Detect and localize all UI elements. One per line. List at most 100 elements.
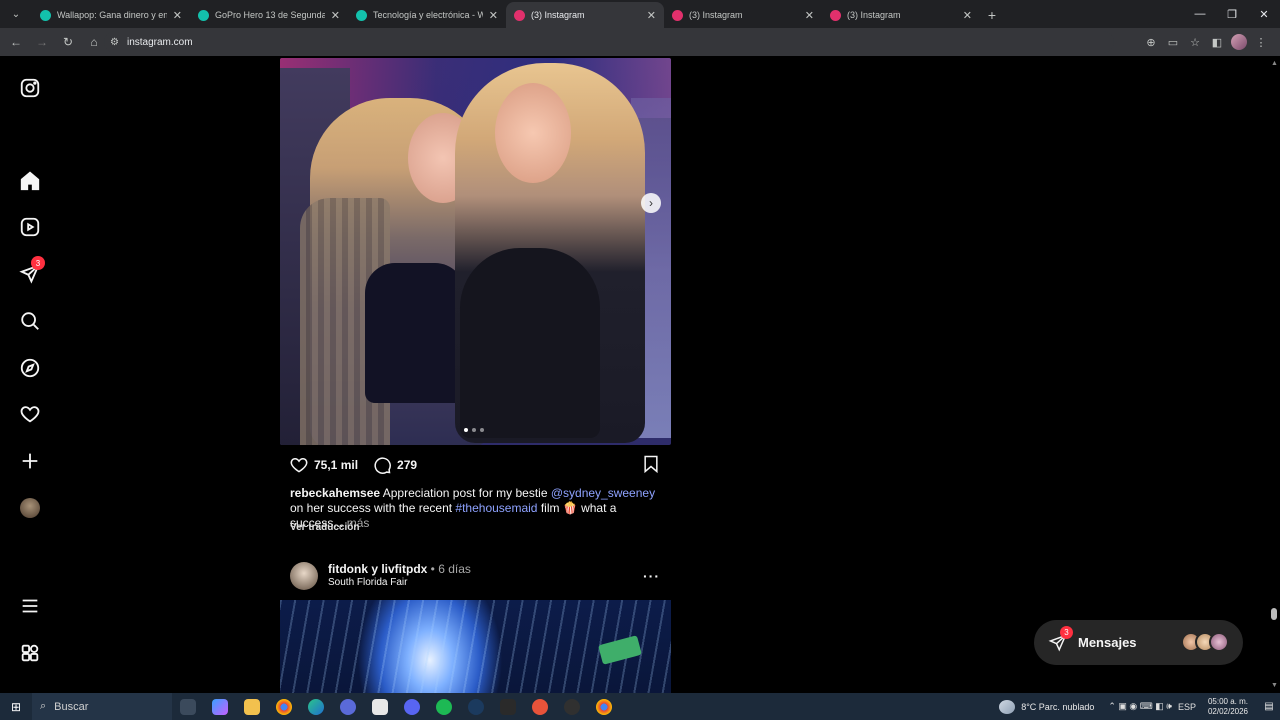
- copilot-icon[interactable]: [204, 693, 236, 720]
- obs-icon[interactable]: [556, 693, 588, 720]
- language-indicator[interactable]: ESP: [1178, 702, 1196, 712]
- clock-date: 02/02/2026: [1207, 706, 1248, 716]
- wallapop-favicon-icon: [356, 9, 367, 21]
- weather-text: 8°C Parc. nublado: [1021, 701, 1095, 712]
- kebab-menu-icon[interactable]: ⋮: [1250, 30, 1272, 54]
- browser-tab-active[interactable]: (3) Instagram ✕: [506, 2, 664, 28]
- forward-arrow-icon[interactable]: →: [30, 30, 54, 54]
- store-icon[interactable]: [364, 693, 396, 720]
- scroll-down-icon[interactable]: ▼: [1271, 682, 1278, 689]
- search-icon[interactable]: [18, 309, 42, 333]
- post-image[interactable]: ›: [280, 58, 671, 445]
- browser-tab[interactable]: (3) Instagram ✕: [822, 2, 980, 28]
- explore-icon[interactable]: [18, 356, 42, 380]
- taskbar-search[interactable]: ⌕ Buscar: [32, 693, 172, 720]
- like-heart-icon[interactable]: [289, 455, 309, 475]
- create-plus-icon[interactable]: [18, 449, 42, 473]
- close-tab-icon[interactable]: ✕: [805, 9, 814, 22]
- clock[interactable]: 05:00 a. m. 02/02/2026: [1208, 697, 1248, 717]
- post-time: • 6 días: [427, 562, 471, 576]
- cast-icon[interactable]: ▭: [1162, 30, 1184, 54]
- browser-tab[interactable]: GoPro Hero 13 de Segunda ma… ✕: [190, 2, 348, 28]
- close-tab-icon[interactable]: ✕: [647, 9, 656, 22]
- caption-hashtag[interactable]: #thehousemaid: [455, 501, 537, 515]
- chrome-icon[interactable]: [268, 693, 300, 720]
- hamburger-menu-icon[interactable]: [18, 594, 42, 618]
- messages-button[interactable]: 3 Mensajes: [1034, 620, 1243, 665]
- bookmark-icon[interactable]: [641, 454, 661, 474]
- tab-search-button[interactable]: ⌄: [4, 3, 28, 25]
- home-icon[interactable]: ⌂: [82, 30, 106, 54]
- browser-tab[interactable]: Wallapop: Gana dinero y encue… ✕: [32, 2, 190, 28]
- avatar: [1209, 632, 1229, 652]
- messages-badge: 3: [1060, 626, 1073, 639]
- heart-icon[interactable]: [18, 402, 42, 426]
- page-scrollbar[interactable]: ▲ ▼: [1268, 56, 1280, 693]
- close-tab-icon[interactable]: ✕: [173, 9, 182, 22]
- home-icon[interactable]: [18, 169, 42, 193]
- post-location[interactable]: South Florida Fair: [328, 577, 407, 588]
- threads-apps-icon[interactable]: [18, 641, 42, 665]
- new-tab-button[interactable]: +: [980, 2, 1004, 28]
- browser-tab[interactable]: Tecnología y electrónica - Walla… ✕: [348, 2, 506, 28]
- reels-icon[interactable]: [18, 215, 42, 239]
- avatar[interactable]: [290, 562, 318, 590]
- task-view-icon[interactable]: [172, 693, 204, 720]
- instagram-favicon-icon: [514, 9, 525, 21]
- comments-count[interactable]: 279: [397, 458, 417, 472]
- app-icon[interactable]: [524, 693, 556, 720]
- carousel-dot: [472, 428, 476, 432]
- scroll-up-icon[interactable]: ▲: [1271, 60, 1278, 67]
- star-icon[interactable]: ☆: [1184, 30, 1206, 54]
- caption-username[interactable]: rebeckahemsee: [290, 486, 380, 500]
- profile-avatar[interactable]: [18, 496, 42, 520]
- corset-top: [460, 248, 600, 438]
- comment-icon[interactable]: [372, 455, 392, 475]
- puzzle-icon[interactable]: ◧: [1206, 30, 1228, 54]
- carousel-next-icon[interactable]: ›: [641, 193, 661, 213]
- close-window-icon[interactable]: ✕: [1248, 0, 1280, 28]
- steam-icon[interactable]: [460, 693, 492, 720]
- site-info-icon[interactable]: ⚙: [110, 37, 119, 48]
- profile-avatar[interactable]: [1231, 34, 1247, 50]
- instagram-favicon-icon: [672, 9, 683, 21]
- close-tab-icon[interactable]: ✕: [963, 9, 972, 22]
- browser-tab[interactable]: (3) Instagram ✕: [664, 2, 822, 28]
- chrome-icon[interactable]: [588, 693, 620, 720]
- edge-icon[interactable]: [300, 693, 332, 720]
- carousel-dots: [464, 428, 484, 432]
- likes-count[interactable]: 75,1 mil: [314, 458, 358, 472]
- tray-icons[interactable]: ⌃ ▣ ◉ ⌨ ◧ 🕪: [1108, 701, 1172, 712]
- toolbar-actions: ⊕ ▭ ☆ ◧ ⋮: [1140, 30, 1272, 54]
- notification-center-icon[interactable]: ▤: [1258, 693, 1280, 720]
- caption-mention[interactable]: @sydney_sweeney: [551, 486, 655, 500]
- file-explorer-icon[interactable]: [236, 693, 268, 720]
- zoom-icon[interactable]: ⊕: [1140, 30, 1162, 54]
- discord-icon[interactable]: [396, 693, 428, 720]
- windows-start-icon[interactable]: ⊞: [0, 693, 32, 720]
- scroll-thumb[interactable]: [1271, 608, 1277, 620]
- minimize-icon[interactable]: —: [1184, 0, 1216, 28]
- weather-widget[interactable]: 8°C Parc. nublado: [999, 699, 1095, 714]
- next-post-image[interactable]: [280, 600, 671, 693]
- caption-text: Appreciation post for my bestie: [380, 486, 551, 500]
- caption-text: on her success with the recent: [290, 501, 456, 515]
- more-options-icon[interactable]: ···: [643, 568, 660, 584]
- see-translation-link[interactable]: Ver traducción: [290, 522, 359, 533]
- epic-games-icon[interactable]: [492, 693, 524, 720]
- direct-messages-icon[interactable]: 3: [18, 256, 45, 286]
- reload-icon[interactable]: ↻: [56, 30, 80, 54]
- spotify-icon[interactable]: [428, 693, 460, 720]
- instagram-sidebar: 3: [0, 56, 60, 693]
- instagram-logo-icon[interactable]: [18, 76, 42, 100]
- restore-icon[interactable]: ❐: [1216, 0, 1248, 28]
- close-tab-icon[interactable]: ✕: [489, 9, 498, 22]
- taskbar-search-label: Buscar: [54, 700, 89, 713]
- close-tab-icon[interactable]: ✕: [331, 9, 340, 22]
- app-icon[interactable]: [332, 693, 364, 720]
- next-post-usernames[interactable]: fitdonk y livfitpdx • 6 días: [328, 562, 471, 576]
- instagram-favicon-icon: [830, 9, 841, 21]
- back-arrow-icon[interactable]: ←: [4, 30, 28, 54]
- usernames-text[interactable]: fitdonk y livfitpdx: [328, 562, 427, 576]
- address-bar[interactable]: ⚙ instagram.com: [104, 31, 1114, 53]
